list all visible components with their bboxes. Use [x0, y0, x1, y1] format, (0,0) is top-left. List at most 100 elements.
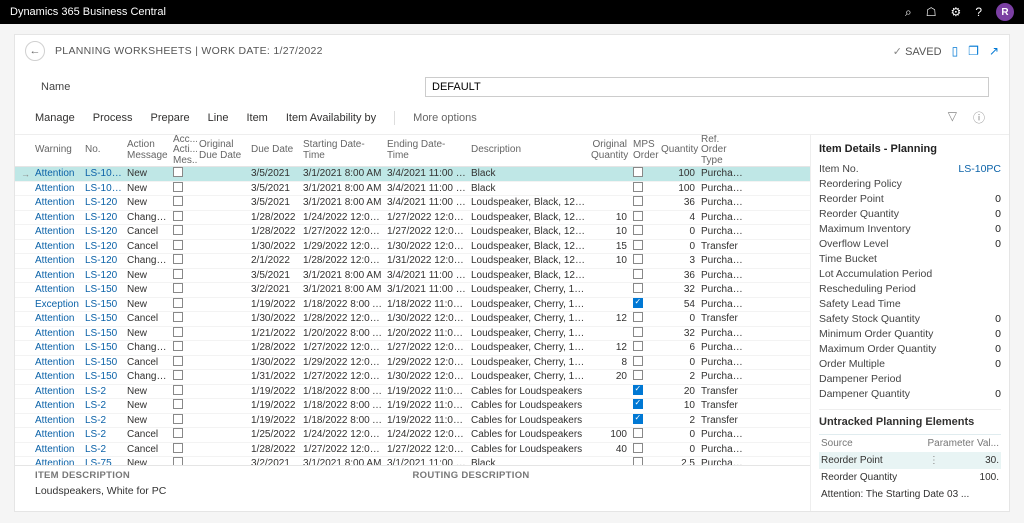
- cell-mps[interactable]: [631, 211, 659, 224]
- cell-accept[interactable]: [171, 457, 197, 465]
- table-row[interactable]: AttentionLS-75New3/2/20213/1/2021 8:00 A…: [15, 457, 810, 465]
- cell-no[interactable]: LS-10PC: [83, 183, 125, 194]
- cell-no[interactable]: LS-75: [83, 458, 125, 465]
- cell-accept[interactable]: [171, 370, 197, 383]
- expand-icon[interactable]: ↗: [989, 44, 999, 58]
- table-row[interactable]: AttentionLS-150Change Qty.1/28/20221/27/…: [15, 341, 810, 356]
- cell-mps[interactable]: [631, 283, 659, 296]
- cell-accept[interactable]: [171, 269, 197, 282]
- cell-no[interactable]: LS-120: [83, 241, 125, 252]
- toolbar-manage[interactable]: Manage: [35, 112, 75, 124]
- cell-mps[interactable]: [631, 225, 659, 238]
- cell-mps[interactable]: [631, 254, 659, 267]
- row-menu-icon[interactable]: ⋮: [927, 455, 941, 466]
- cell-warning[interactable]: Attention: [33, 241, 83, 252]
- cell-accept[interactable]: [171, 254, 197, 267]
- cell-no[interactable]: LS-10PC: [83, 168, 125, 179]
- help-icon[interactable]: ?: [975, 5, 982, 19]
- cell-no[interactable]: LS-150: [83, 313, 125, 324]
- cell-warning[interactable]: Attention: [33, 183, 83, 194]
- cell-warning[interactable]: Attention: [33, 458, 83, 465]
- untracked-row[interactable]: Attention: The Starting Date 03 ...: [819, 486, 1001, 503]
- untracked-row[interactable]: Reorder Quantity100.: [819, 469, 1001, 486]
- gear-icon[interactable]: ⚙: [951, 5, 962, 19]
- cell-no[interactable]: LS-150: [83, 371, 125, 382]
- cell-warning[interactable]: Attention: [33, 429, 83, 440]
- table-row[interactable]: AttentionLS-2New1/19/20221/18/2022 8:00 …: [15, 399, 810, 414]
- cell-warning[interactable]: Attention: [33, 255, 83, 266]
- cell-mps[interactable]: [631, 385, 659, 398]
- cell-accept[interactable]: [171, 298, 197, 311]
- table-row[interactable]: AttentionLS-10PCNew3/5/20213/1/2021 8:00…: [15, 182, 810, 197]
- table-row[interactable]: AttentionLS-150Change Qty.1/31/20221/27/…: [15, 370, 810, 385]
- cell-no[interactable]: LS-150: [83, 357, 125, 368]
- cell-no[interactable]: LS-2: [83, 400, 125, 411]
- table-row[interactable]: →AttentionLS-10PCNew3/5/20213/1/2021 8:0…: [15, 167, 810, 182]
- cell-warning[interactable]: Exception: [33, 299, 83, 310]
- table-row[interactable]: AttentionLS-120Cancel1/30/20221/29/2022 …: [15, 240, 810, 255]
- cell-no[interactable]: LS-150: [83, 328, 125, 339]
- bell-icon[interactable]: ☖: [926, 5, 937, 19]
- cell-accept[interactable]: [171, 327, 197, 340]
- cell-no[interactable]: LS-2: [83, 415, 125, 426]
- cell-mps[interactable]: [631, 370, 659, 383]
- table-row[interactable]: AttentionLS-120New3/5/20213/1/2021 8:00 …: [15, 196, 810, 211]
- table-row[interactable]: AttentionLS-150New3/2/20213/1/2021 8:00 …: [15, 283, 810, 298]
- table-row[interactable]: AttentionLS-120Cancel1/28/20221/27/2022 …: [15, 225, 810, 240]
- table-row[interactable]: AttentionLS-150Cancel1/30/20221/29/2022 …: [15, 356, 810, 371]
- cell-warning[interactable]: Attention: [33, 328, 83, 339]
- cell-no[interactable]: LS-120: [83, 255, 125, 266]
- cell-warning[interactable]: Attention: [33, 212, 83, 223]
- table-row[interactable]: AttentionLS-2Cancel1/25/20221/24/2022 12…: [15, 428, 810, 443]
- cell-warning[interactable]: Attention: [33, 284, 83, 295]
- cell-accept[interactable]: [171, 385, 197, 398]
- cell-mps[interactable]: [631, 196, 659, 209]
- cell-no[interactable]: LS-120: [83, 226, 125, 237]
- cell-no[interactable]: LS-150: [83, 284, 125, 295]
- cell-no[interactable]: LS-2: [83, 444, 125, 455]
- bookmark-icon[interactable]: ▯: [952, 44, 959, 58]
- cell-warning[interactable]: Attention: [33, 197, 83, 208]
- cell-mps[interactable]: [631, 312, 659, 325]
- toolbar-line[interactable]: Line: [208, 112, 229, 124]
- table-row[interactable]: AttentionLS-150Cancel1/30/20221/28/2022 …: [15, 312, 810, 327]
- cell-accept[interactable]: [171, 182, 197, 195]
- cell-no[interactable]: LS-2: [83, 429, 125, 440]
- name-field[interactable]: [425, 77, 989, 97]
- cell-accept[interactable]: [171, 196, 197, 209]
- back-button[interactable]: ←: [25, 41, 45, 61]
- table-row[interactable]: AttentionLS-120Change Qty.2/1/20221/28/2…: [15, 254, 810, 269]
- cell-accept[interactable]: [171, 341, 197, 354]
- cell-mps[interactable]: [631, 269, 659, 282]
- cell-no[interactable]: LS-150: [83, 299, 125, 310]
- cell-mps[interactable]: [631, 428, 659, 441]
- search-icon[interactable]: ⌕: [905, 5, 912, 20]
- cell-accept[interactable]: [171, 167, 197, 180]
- cell-accept[interactable]: [171, 211, 197, 224]
- cell-no[interactable]: LS-120: [83, 270, 125, 281]
- cell-mps[interactable]: [631, 298, 659, 311]
- cell-accept[interactable]: [171, 414, 197, 427]
- cell-mps[interactable]: [631, 167, 659, 180]
- cell-warning[interactable]: Attention: [33, 168, 83, 179]
- cell-warning[interactable]: Attention: [33, 270, 83, 281]
- cell-mps[interactable]: [631, 341, 659, 354]
- table-row[interactable]: AttentionLS-2New1/19/20221/18/2022 8:00 …: [15, 385, 810, 400]
- cell-mps[interactable]: [631, 457, 659, 465]
- cell-accept[interactable]: [171, 356, 197, 369]
- info-icon[interactable]: ⓘ: [969, 107, 989, 128]
- filter-icon[interactable]: ▽: [944, 107, 961, 128]
- cell-warning[interactable]: Attention: [33, 444, 83, 455]
- cell-mps[interactable]: [631, 443, 659, 456]
- toolbar-item[interactable]: Item: [246, 112, 267, 124]
- cell-no[interactable]: LS-2: [83, 386, 125, 397]
- cell-mps[interactable]: [631, 399, 659, 412]
- cell-warning[interactable]: Attention: [33, 313, 83, 324]
- table-row[interactable]: AttentionLS-120New3/5/20213/1/2021 8:00 …: [15, 269, 810, 284]
- cell-accept[interactable]: [171, 225, 197, 238]
- cell-warning[interactable]: Attention: [33, 226, 83, 237]
- toolbar-more-options[interactable]: More options: [413, 112, 477, 124]
- untracked-row[interactable]: Reorder Point⋮30.: [819, 452, 1001, 469]
- cell-mps[interactable]: [631, 414, 659, 427]
- cell-mps[interactable]: [631, 182, 659, 195]
